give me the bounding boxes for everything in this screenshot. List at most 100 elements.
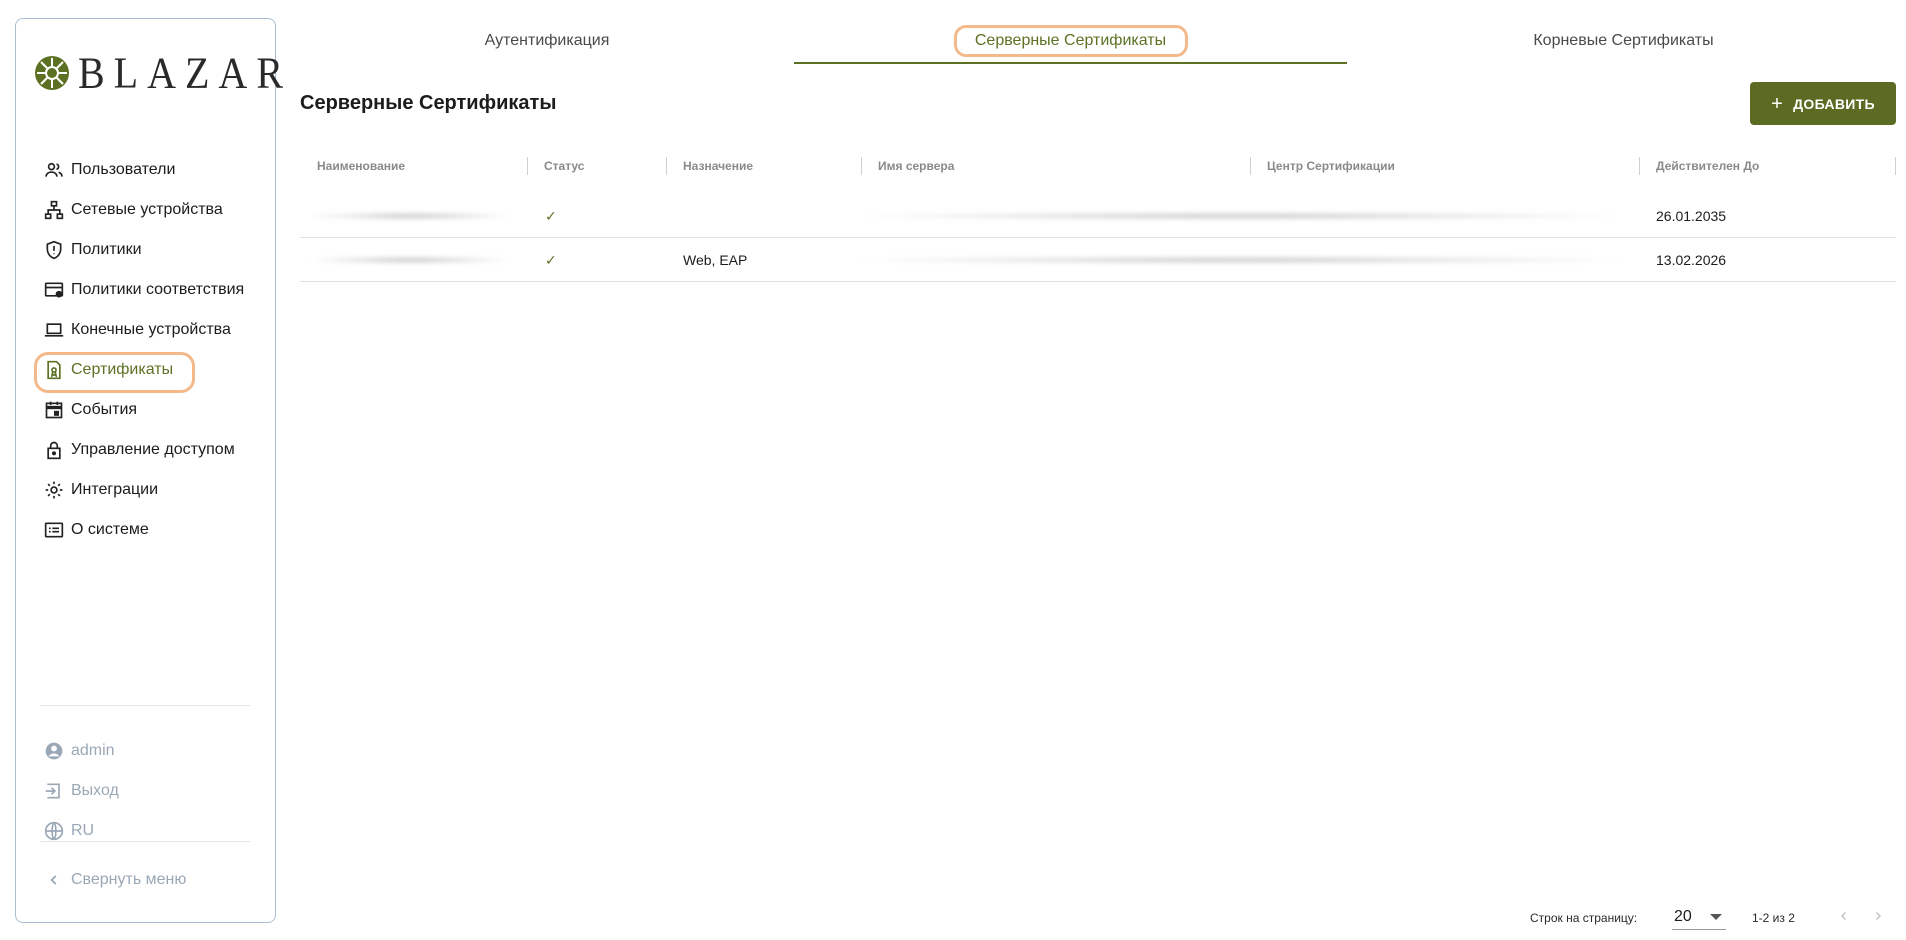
sidebar-item-label: RU [71, 822, 95, 839]
logo-text: BLAZAR [78, 47, 292, 98]
sidebar-item-label: Сертификаты [71, 361, 174, 378]
sidebar-item-label: Конечные устройства [71, 321, 231, 338]
purpose-cell: Web, EAP [683, 252, 748, 268]
rows-per-page-select[interactable]: 20 [1672, 904, 1726, 930]
column-resizer[interactable] [1250, 157, 1251, 175]
column-header-label: Назначение [683, 159, 754, 173]
valid-until-cell: 13.02.2026 [1656, 252, 1727, 268]
status-check-icon: ✓ [545, 251, 557, 268]
chevron-left-icon [43, 873, 65, 887]
tab-authentication[interactable]: Аутентификация [300, 20, 794, 62]
column-header-label: Действителен До [1656, 159, 1760, 173]
add-button-label: ДОБАВИТЬ [1793, 95, 1875, 112]
users-icon [43, 159, 65, 181]
certificate-icon [43, 359, 65, 381]
sidebar-item-access-control[interactable]: Управление доступом [40, 430, 270, 470]
column-header-label: Центр Сертификации [1267, 159, 1395, 173]
globe-icon [43, 820, 65, 842]
sidebar-item-label: О системе [71, 521, 149, 538]
tab-label: Корневые Сертификаты [1533, 32, 1714, 49]
tab-highlight-outline [954, 25, 1188, 57]
tab-root-certificates[interactable]: Корневые Сертификаты [1347, 20, 1900, 62]
plus-icon: + [1771, 92, 1784, 115]
column-resizer[interactable] [666, 157, 667, 175]
sidebar-item-endpoints[interactable]: Конечные устройства [40, 310, 270, 350]
column-header-label: Наименование [317, 159, 406, 173]
column-header-ca[interactable]: Центр Сертификации [1267, 150, 1395, 182]
dropdown-caret-icon [1710, 914, 1722, 920]
account-circle-icon [43, 740, 65, 762]
table-row[interactable]: ✓ Web, EAP 13.02.2026 [300, 238, 1896, 282]
sidebar-item-label: admin [71, 742, 115, 759]
sidebar-item-about[interactable]: О системе [40, 510, 270, 550]
collapse-menu-button[interactable]: Свернуть меню [40, 871, 186, 889]
column-header-purpose[interactable]: Назначение [683, 150, 753, 182]
tab-label: Аутентификация [484, 32, 610, 49]
sidebar-item-compliance-policies[interactable]: Политики соответствия [40, 270, 270, 310]
logout-icon [43, 780, 65, 802]
valid-until-cell: 26.01.2035 [1656, 208, 1727, 224]
logo[interactable]: BLAZAR [34, 47, 292, 98]
column-resizer[interactable] [1639, 157, 1640, 175]
column-resizer[interactable] [527, 157, 528, 175]
previous-page-button[interactable] [1832, 904, 1856, 928]
page-title: Серверные Сертификаты [300, 92, 557, 114]
sidebar-bottom: admin Выход RU [40, 731, 270, 851]
sidebar-item-label: Пользователи [71, 161, 176, 178]
column-resizer[interactable] [1895, 157, 1896, 175]
chevron-left-icon [1840, 911, 1847, 921]
sidebar-item-users[interactable]: Пользователи [40, 150, 270, 190]
sidebar-item-certificates[interactable]: Сертификаты [34, 350, 270, 393]
add-button[interactable]: + ДОБАВИТЬ [1750, 82, 1896, 125]
rows-per-page-label: Строк на страницу: [1530, 911, 1638, 925]
sidebar-item-label: Управление доступом [71, 441, 235, 458]
sidebar-item-label: Интеграции [71, 481, 159, 498]
lock-icon [43, 439, 65, 461]
sidebar-item-label: Выход [71, 782, 119, 799]
table-header: Наименование Статус Назначение Имя серве… [300, 150, 1896, 182]
active-tab-indicator [794, 62, 1347, 64]
column-header-label: Статус [544, 159, 585, 173]
column-header-server-name[interactable]: Имя сервера [878, 150, 954, 182]
card-check-icon [43, 279, 65, 301]
redacted-name [310, 212, 510, 220]
next-page-button[interactable] [1866, 904, 1890, 928]
shield-icon [43, 239, 65, 261]
sidebar-item-logout[interactable]: Выход [40, 771, 270, 811]
tab-bar: Аутентификация Серверные Сертификаты Кор… [300, 20, 1900, 65]
sidebar-item-label: Политики соответствия [71, 281, 245, 298]
column-resizer[interactable] [861, 157, 862, 175]
sidebar-item-integrations[interactable]: Интеграции [40, 470, 270, 510]
laptop-icon [43, 319, 65, 341]
sidebar-item-events[interactable]: События [40, 390, 270, 430]
column-header-name[interactable]: Наименование [317, 150, 405, 182]
sidebar-item-label: Политики [71, 241, 142, 258]
status-check-icon: ✓ [545, 207, 557, 224]
pagination-range: 1-2 из 2 [1752, 911, 1795, 925]
column-header-valid-until[interactable]: Действителен До [1656, 150, 1759, 182]
column-header-label: Имя сервера [878, 159, 955, 173]
redacted-name [310, 256, 510, 264]
sidebar-nav: Пользователи Сетевые устройства Политики… [34, 150, 270, 550]
redacted-server-ca [860, 212, 1620, 220]
chevron-right-icon [1875, 911, 1882, 921]
sidebar-item-network-devices[interactable]: Сетевые устройства [40, 190, 270, 230]
sidebar: BLAZAR Пользователи Сетевые устройства П… [15, 18, 283, 923]
info-card-icon [43, 519, 65, 541]
collapse-menu-label: Свернуть меню [71, 871, 187, 888]
column-header-status[interactable]: Статус [544, 150, 584, 182]
sidebar-item-label: Сетевые устройства [71, 201, 223, 218]
sidebar-item-policies[interactable]: Политики [40, 230, 270, 270]
sidebar-divider [40, 705, 250, 706]
gear-icon [43, 479, 65, 501]
sidebar-item-admin[interactable]: admin [40, 731, 270, 771]
calendar-icon [43, 399, 65, 421]
sidebar-item-label: События [71, 401, 138, 418]
certificates-table: Наименование Статус Назначение Имя серве… [300, 150, 1896, 282]
rows-per-page-value: 20 [1674, 907, 1692, 925]
table-row[interactable]: ✓ 26.01.2035 [300, 194, 1896, 238]
network-icon [43, 199, 65, 221]
blazar-logo-icon [35, 55, 69, 90]
redacted-server-ca [860, 256, 1620, 264]
sidebar-item-language[interactable]: RU [40, 811, 270, 851]
